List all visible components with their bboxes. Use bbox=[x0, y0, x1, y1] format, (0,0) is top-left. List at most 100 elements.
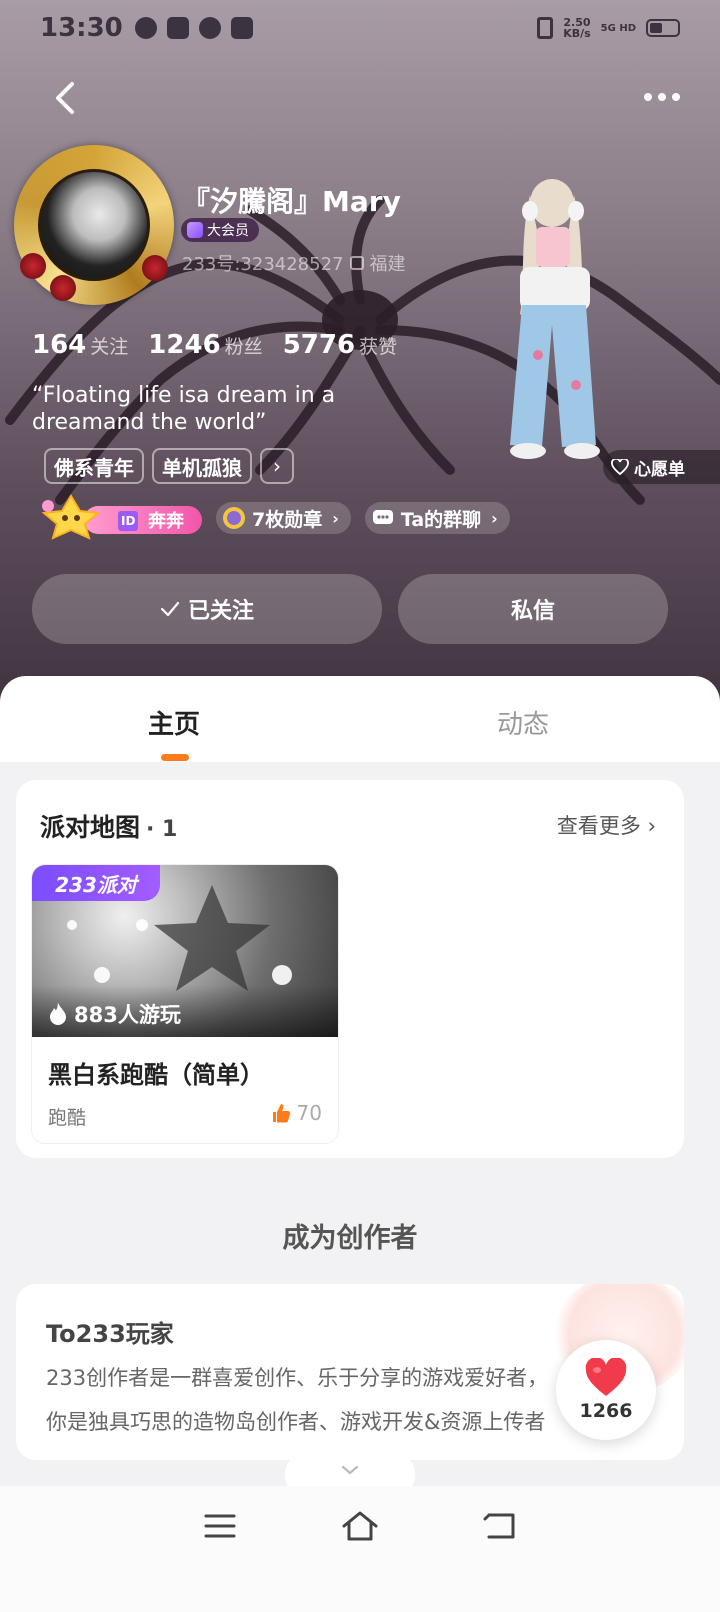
stat-following[interactable]: 164 关注 bbox=[32, 330, 128, 360]
tab-bar: 主页 动态 bbox=[0, 676, 720, 762]
user-bio: “Floating life isa dream in a dreamand t… bbox=[32, 383, 336, 435]
stat-label: 粉丝 bbox=[224, 336, 263, 358]
follow-button[interactable]: 已关注 bbox=[32, 574, 382, 644]
vip-icon bbox=[187, 222, 203, 238]
tag-item[interactable]: 佛系青年 bbox=[44, 448, 144, 484]
rose-decoration-icon bbox=[142, 255, 168, 281]
tiktok-notification-icon bbox=[166, 17, 189, 39]
section-title: 派对地图 · 1 bbox=[40, 808, 177, 844]
party-map-section: 派对地图 · 1 查看更多 › 233派对 883人游玩 黑白系跑酷（简单） 跑… bbox=[16, 780, 684, 1158]
rose-decoration-icon bbox=[20, 253, 46, 279]
return-icon bbox=[483, 1513, 515, 1539]
battery-icon bbox=[646, 19, 680, 37]
nav-bar-spacer bbox=[0, 1566, 720, 1612]
creator-card-text-line: 233创作者是一群喜爱创作、乐于分享的游戏爱好者， bbox=[46, 1366, 549, 1390]
tab-home[interactable]: 主页 bbox=[148, 704, 200, 741]
tab-indicator bbox=[161, 754, 189, 761]
see-more-link[interactable]: 查看更多 › bbox=[557, 810, 656, 840]
user-id[interactable]: 233号:323428527 福建 bbox=[182, 250, 406, 276]
uid-text: 233号:323428527 bbox=[182, 254, 344, 275]
more-dot-icon bbox=[672, 93, 680, 101]
game-thumbnail: 233派对 883人游玩 bbox=[32, 865, 338, 1037]
creator-section-title: 成为创作者 bbox=[282, 1223, 418, 1254]
wishlist-button[interactable]: 心愿单 bbox=[603, 450, 720, 484]
network-speed: 2.50 KB/s bbox=[563, 17, 590, 39]
game-likes-count: 70 bbox=[296, 1101, 322, 1125]
status-time: 13:30 bbox=[40, 13, 123, 43]
chevron-right-icon: › bbox=[647, 814, 656, 838]
badges-row: 奔奔 ID 7枚勋章 › Ta的群聊 › bbox=[34, 494, 510, 540]
thumbs-up-icon bbox=[272, 1104, 290, 1123]
game-plays-text: 883人游玩 bbox=[74, 1003, 181, 1027]
network-speed-unit: KB/s bbox=[563, 27, 591, 40]
chevron-down-icon bbox=[341, 1465, 359, 1475]
stat-number: 1246 bbox=[148, 330, 221, 360]
like-count: 1266 bbox=[579, 1400, 633, 1422]
medal-icon bbox=[223, 507, 245, 529]
home-nav-button[interactable] bbox=[340, 1506, 380, 1546]
system-navigation-bar bbox=[0, 1486, 720, 1566]
id-badge-tag: ID bbox=[118, 511, 139, 531]
group-chat-label: Ta的群聊 bbox=[400, 508, 482, 531]
stat-likes[interactable]: 5776 获赞 bbox=[283, 330, 397, 360]
location-text: 福建 bbox=[369, 254, 406, 275]
like-floating-button[interactable]: 1266 bbox=[556, 1340, 656, 1440]
vip-label: 大会员 bbox=[207, 223, 249, 239]
character-3d-avatar[interactable] bbox=[480, 175, 630, 470]
chevron-right-icon: › bbox=[332, 508, 339, 528]
game-genre: 跑酷 bbox=[48, 1107, 87, 1129]
back-button[interactable] bbox=[46, 78, 86, 118]
message-button[interactable]: 私信 bbox=[398, 574, 668, 644]
creator-card-text-line: 你是独具巧思的造物岛创作者、游戏开发&资源上传者 bbox=[46, 1410, 546, 1434]
tag-item[interactable]: 单机孤狼 bbox=[152, 448, 252, 484]
flame-icon bbox=[50, 1003, 66, 1025]
profile-stats: 164 关注 1246 粉丝 5776 获赞 bbox=[32, 330, 397, 360]
menu-nav-button[interactable] bbox=[200, 1506, 240, 1546]
more-dot-icon bbox=[644, 93, 652, 101]
section-count: · 1 bbox=[146, 817, 178, 842]
more-options-button[interactable] bbox=[640, 82, 684, 112]
tab-feed[interactable]: 动态 bbox=[497, 704, 549, 741]
id-badge[interactable]: 奔奔 ID bbox=[34, 494, 202, 540]
game-card[interactable]: 233派对 883人游玩 黑白系跑酷（简单） 跑酷 70 bbox=[31, 864, 339, 1144]
game-title: 黑白系跑酷（简单） bbox=[48, 1061, 264, 1089]
user-tags: 佛系青年 单机孤狼 › bbox=[44, 448, 294, 484]
vip-badge[interactable]: 大会员 bbox=[181, 218, 259, 242]
see-more-label: 查看更多 bbox=[556, 814, 641, 838]
game-source-tag: 233派对 bbox=[32, 865, 160, 901]
more-dot-icon bbox=[658, 93, 666, 101]
stat-number: 5776 bbox=[282, 330, 356, 360]
vibrate-icon bbox=[537, 17, 554, 39]
notification-icons bbox=[134, 17, 253, 39]
creator-card-title: To233玩家 bbox=[46, 1320, 174, 1348]
home-icon bbox=[342, 1511, 378, 1541]
rose-decoration-icon bbox=[50, 275, 76, 301]
copy-icon[interactable] bbox=[349, 256, 364, 270]
music-notification-icon bbox=[230, 17, 253, 39]
status-bar: 13:30 2.50 KB/s 5G HD bbox=[0, 0, 720, 56]
menu-icon bbox=[204, 1514, 236, 1538]
signal-icon: 5G HD bbox=[600, 22, 636, 34]
section-title-text: 派对地图 bbox=[40, 813, 141, 842]
medals-label: 7枚勋章 bbox=[252, 508, 323, 531]
back-nav-button[interactable] bbox=[480, 1506, 520, 1546]
group-chat-chip[interactable]: Ta的群聊 › bbox=[364, 502, 510, 534]
stat-label: 关注 bbox=[90, 336, 129, 358]
game-likes: 70 bbox=[271, 1101, 322, 1125]
stat-followers[interactable]: 1246 粉丝 bbox=[148, 330, 262, 360]
avatar-image bbox=[38, 169, 150, 281]
stat-number: 164 bbox=[32, 330, 87, 360]
heart-icon bbox=[585, 1358, 627, 1396]
check-icon bbox=[160, 601, 180, 617]
chat-notification-icon bbox=[134, 17, 157, 39]
chat-bubble-icon bbox=[372, 510, 393, 524]
wechat-notification-icon bbox=[198, 17, 221, 39]
user-name: 『汐騰阁』Mary bbox=[182, 185, 401, 218]
message-button-label: 私信 bbox=[510, 599, 555, 624]
stat-label: 获赞 bbox=[359, 336, 398, 358]
medals-chip[interactable]: 7枚勋章 › bbox=[216, 502, 351, 534]
follow-button-label: 已关注 bbox=[187, 599, 254, 624]
status-right: 2.50 KB/s 5G HD bbox=[537, 17, 680, 39]
avatar[interactable] bbox=[14, 145, 174, 305]
tags-more-button[interactable]: › bbox=[260, 448, 294, 484]
